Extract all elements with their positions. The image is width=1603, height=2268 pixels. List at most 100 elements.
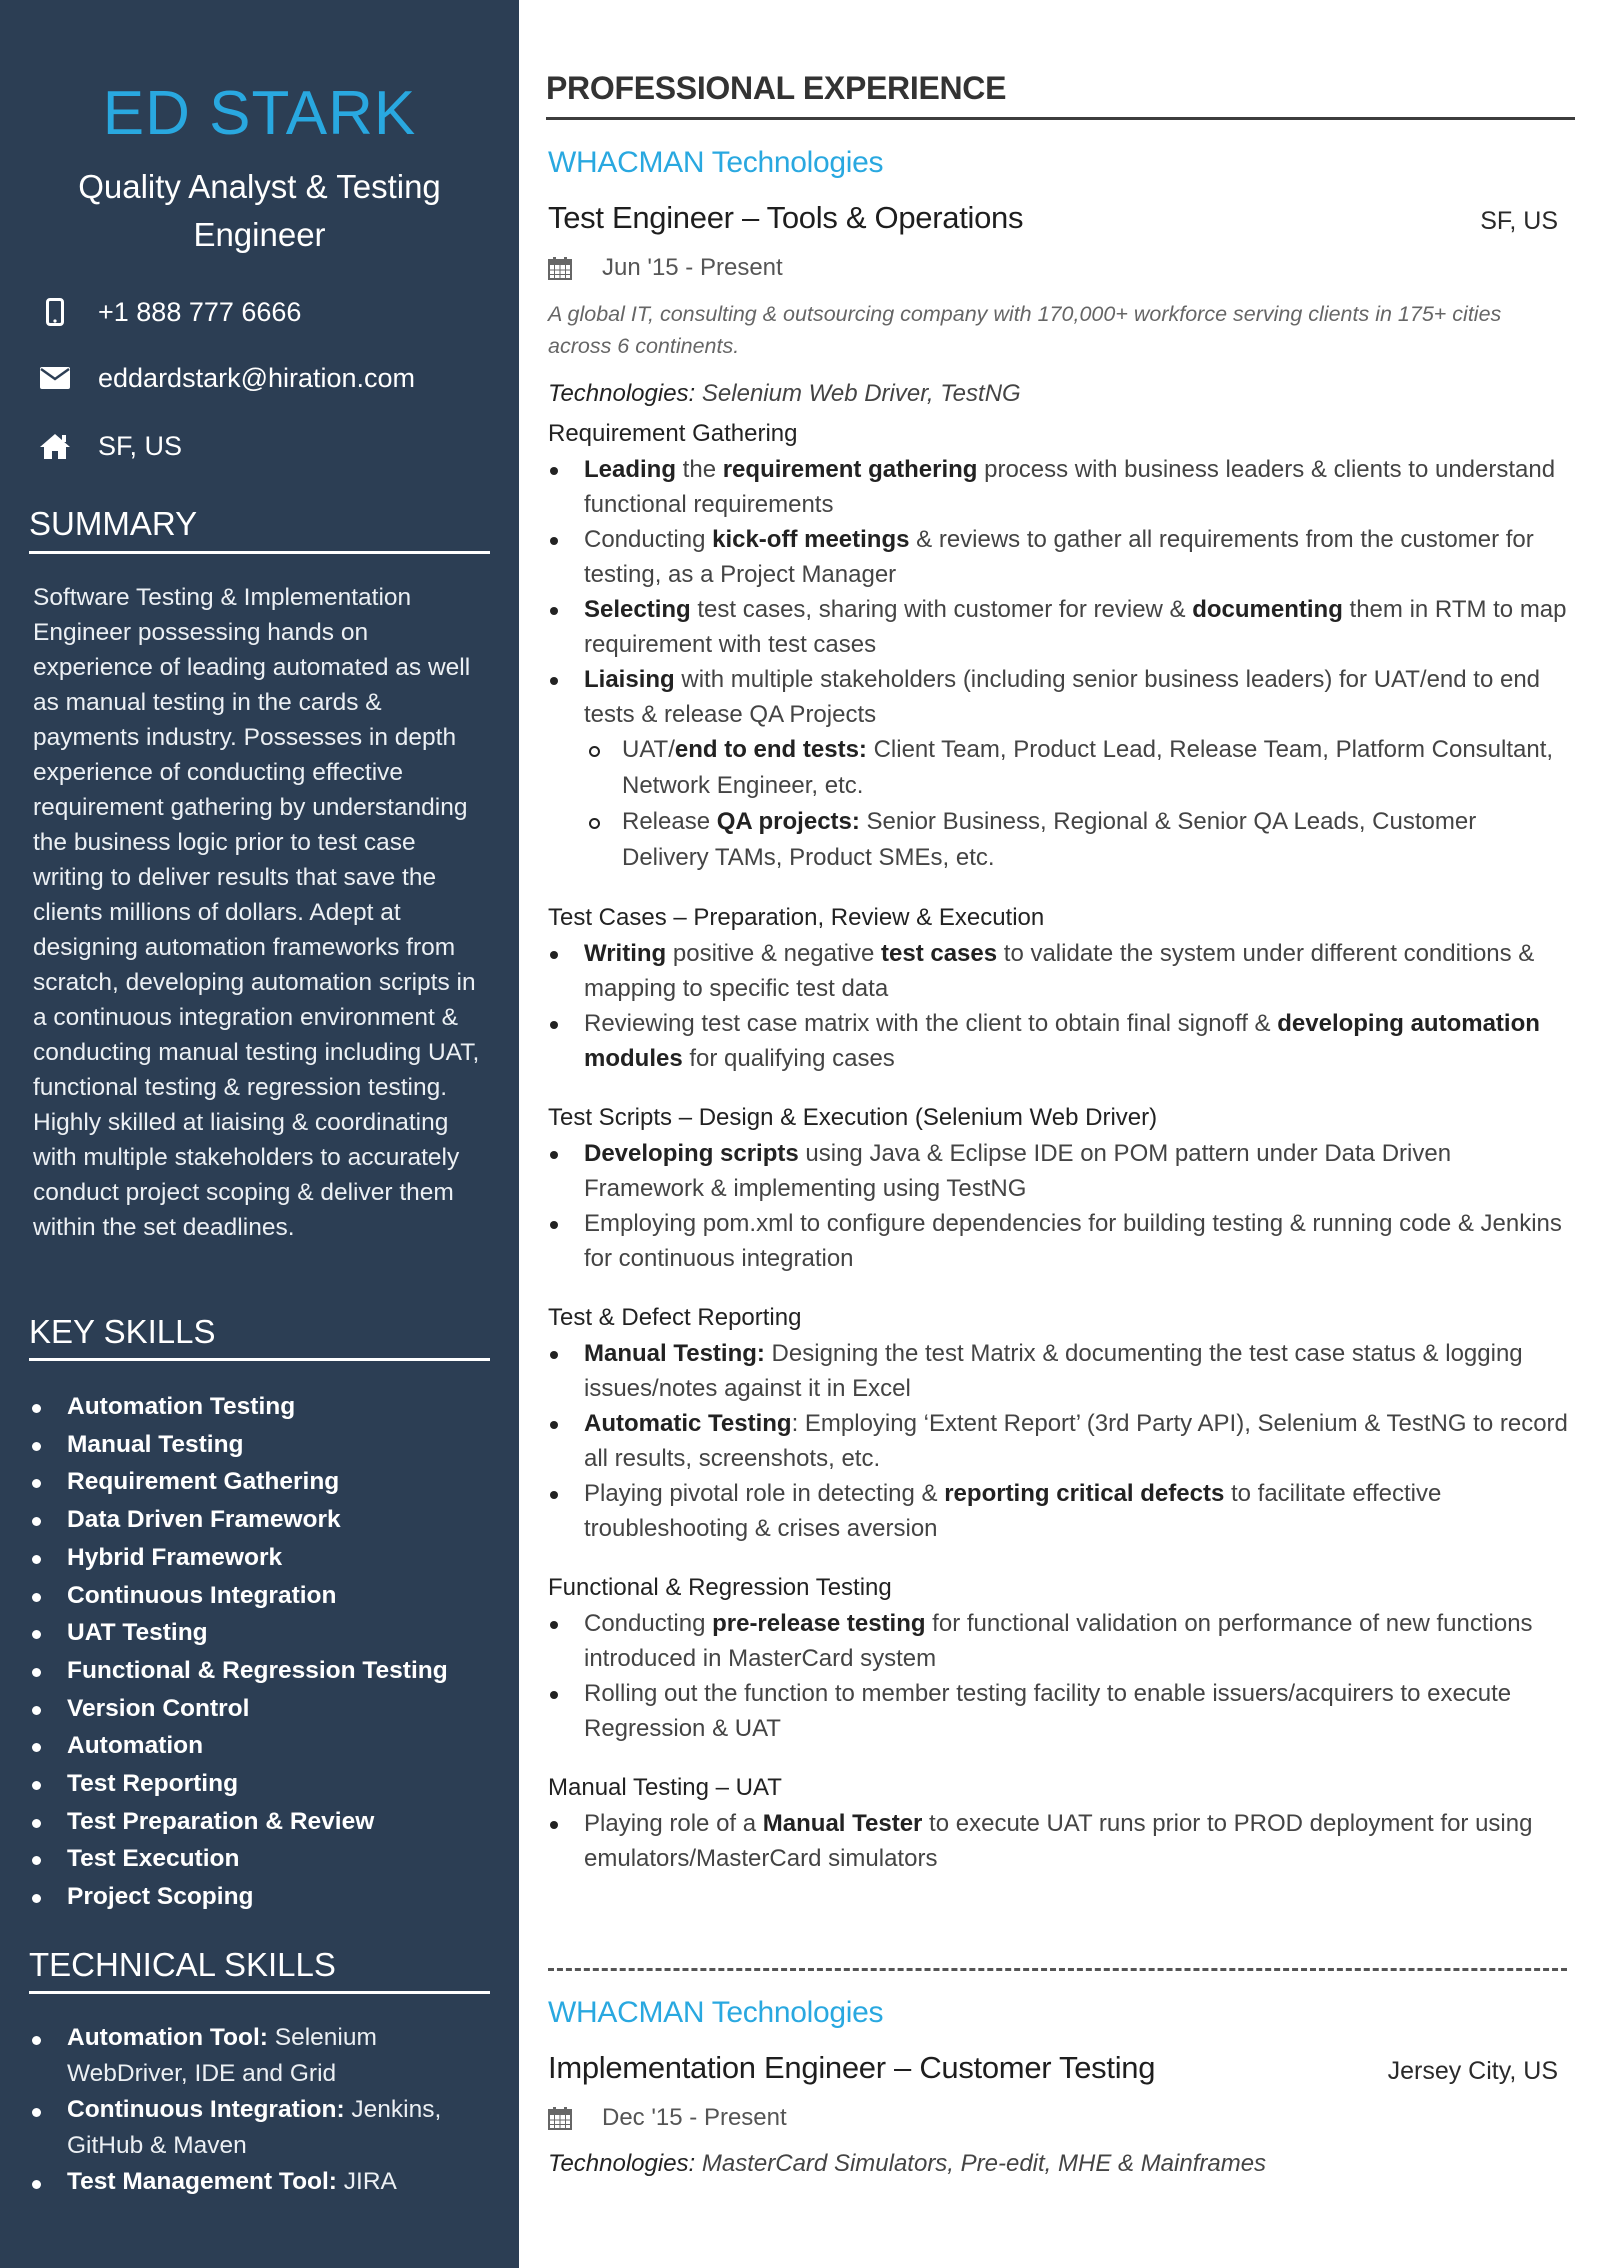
bullet-item: Selecting test cases, sharing with custo… — [548, 592, 1568, 662]
tech-skill-item: Automation Tool: Selenium WebDriver, IDE… — [29, 2020, 489, 2092]
emphasis-text: Liaising — [584, 666, 675, 693]
summary-heading: SUMMARY — [29, 505, 198, 542]
emphasis-text: Selecting — [584, 596, 691, 623]
tech-skill-value: JIRA — [336, 2168, 397, 2195]
dates-text: Jun '15 - Present — [602, 254, 783, 281]
bullet-text: Employing pom.xml to configure dependenc… — [584, 1210, 1562, 1272]
bullet-item: Employing pom.xml to configure dependenc… — [548, 1206, 1568, 1276]
skill-item: UAT Testing — [29, 1614, 489, 1652]
skill-item: Continuous Integration — [29, 1577, 489, 1615]
bullet-list: Playing role of a Manual Tester to execu… — [548, 1806, 1568, 1876]
contact-email: eddardstark@hiration.com — [36, 362, 415, 394]
emphasis-text: Automatic Testing — [584, 1410, 792, 1437]
phone-link[interactable]: +1 888 777 6666 — [98, 297, 301, 328]
tech-skill-item: Test Management Tool: JIRA — [29, 2164, 489, 2200]
bullet-text: with multiple stakeholders (including se… — [584, 666, 1541, 728]
bullet-text: Reviewing test case matrix with the clie… — [584, 1010, 1278, 1037]
group-heading: Test & Defect Reporting — [548, 1304, 802, 1331]
bullet-list: Leading the requirement gathering proces… — [548, 452, 1568, 876]
job-title: Test Engineer – Tools & Operations — [548, 200, 1024, 235]
technologies-label: Technologies: — [548, 2150, 696, 2177]
calendar-icon — [548, 2106, 572, 2130]
key-skills-list: Automation Testing Manual Testing Requir… — [29, 1388, 489, 1916]
tech-skill-label: Automation Tool: — [67, 2024, 268, 2051]
bullet-text: the — [676, 456, 723, 483]
emphasis-text: documenting — [1192, 596, 1343, 623]
bullet-text: Conducting — [584, 526, 713, 553]
bullet-text: for qualifying cases — [682, 1045, 895, 1072]
technical-skills-list: Automation Tool: Selenium WebDriver, IDE… — [29, 2020, 489, 2200]
group-heading: Test Cases – Preparation, Review & Execu… — [548, 904, 1045, 931]
technologies-label: Technologies: — [548, 380, 696, 407]
skill-item: Manual Testing — [29, 1426, 489, 1464]
technical-skills-heading: TECHNICAL SKILLS — [29, 1946, 336, 1983]
bullet-text: Rolling out the function to member testi… — [584, 1680, 1512, 1742]
bullet-text: Playing role of a — [584, 1810, 763, 1837]
candidate-role: Quality Analyst & Testing Engineer — [78, 168, 441, 253]
emphasis-text: end to end tests: — [674, 736, 867, 763]
summary-divider — [29, 551, 490, 554]
bullet-item: Playing role of a Manual Tester to execu… — [548, 1806, 1568, 1876]
bullet-item: Developing scripts using Java & Eclipse … — [548, 1136, 1568, 1206]
envelope-icon — [36, 362, 74, 394]
emphasis-text: Writing — [584, 940, 667, 967]
skill-item: Test Execution — [29, 1840, 489, 1878]
emphasis-text: pre-release testing — [712, 1610, 926, 1637]
home-icon — [36, 430, 74, 462]
sub-bullet-item: Release QA projects: Senior Business, Re… — [586, 804, 1568, 876]
bullet-item: Conducting kick-off meetings & reviews t… — [548, 522, 1568, 592]
experience-divider — [546, 117, 1575, 120]
tech-skill-label: Continuous Integration: — [67, 2096, 345, 2123]
bullet-item: Liaising with multiple stakeholders (inc… — [548, 662, 1568, 876]
bullet-item: Conducting pre-release testing for funct… — [548, 1606, 1568, 1676]
skill-item: Test Preparation & Review — [29, 1803, 489, 1841]
group-heading: Test Scripts – Design & Execution (Selen… — [548, 1104, 1158, 1131]
technologies-line: Technologies: MasterCard Simulators, Pre… — [548, 2150, 1568, 2178]
bullet-list: Manual Testing: Designing the test Matri… — [548, 1336, 1568, 1546]
emphasis-text: test cases — [881, 940, 998, 967]
job-location: SF, US — [1480, 207, 1558, 235]
group-heading: Manual Testing – UAT — [548, 1774, 782, 1801]
emphasis-text: Leading — [584, 456, 677, 483]
bullet-list: Developing scripts using Java & Eclipse … — [548, 1136, 1568, 1276]
skill-item: Test Reporting — [29, 1765, 489, 1803]
bullet-text: UAT/ — [622, 736, 675, 763]
bullet-item: Playing pivotal role in detecting & repo… — [548, 1476, 1568, 1546]
bullet-item: Leading the requirement gathering proces… — [548, 452, 1568, 522]
main-content: PROFESSIONAL EXPERIENCE WHACMAN Technolo… — [519, 0, 1603, 2268]
emphasis-text: kick-off meetings — [712, 526, 910, 553]
experience-heading: PROFESSIONAL EXPERIENCE — [546, 70, 1007, 106]
contact-phone: +1 888 777 6666 — [36, 296, 301, 328]
job-entry-1: WHACMAN Technologies Test Engineer – Too… — [548, 146, 1568, 1876]
responsibility-groups: Requirement Gathering Leading the require… — [548, 416, 1568, 1876]
company-name: WHACMAN Technologies — [548, 1996, 884, 2029]
bullet-list: Writing positive & negative test cases t… — [548, 936, 1568, 1076]
group-heading: Functional & Regression Testing — [548, 1574, 892, 1601]
skill-item: Requirement Gathering — [29, 1463, 489, 1501]
emphasis-text: reporting critical defects — [944, 1480, 1225, 1507]
group-heading: Requirement Gathering — [548, 420, 798, 447]
skill-item: Automation — [29, 1727, 489, 1765]
job-location: Jersey City, US — [1387, 2057, 1558, 2085]
key-skills-divider — [29, 1358, 490, 1361]
technologies-value: MasterCard Simulators, Pre-edit, MHE & M… — [695, 2150, 1267, 2177]
skill-item: Data Driven Framework — [29, 1501, 489, 1539]
bullet-text: test cases, sharing with customer for re… — [690, 596, 1193, 623]
job-entry-2: WHACMAN Technologies Implementation Engi… — [548, 1996, 1568, 2178]
sub-bullet-item: UAT/end to end tests: Client Team, Produ… — [586, 732, 1568, 804]
job-title: Implementation Engineer – Customer Testi… — [548, 2050, 1156, 2085]
bullet-item: Automatic Testing: Employing ‘Extent Rep… — [548, 1406, 1568, 1476]
bullet-text: positive & negative — [666, 940, 882, 967]
sub-bullet-list: UAT/end to end tests: Client Team, Produ… — [586, 732, 1568, 876]
bullet-item: Writing positive & negative test cases t… — [548, 936, 1568, 1006]
emphasis-text: QA projects: — [716, 808, 860, 835]
bullet-text: Conducting — [584, 1610, 713, 1637]
email-link[interactable]: eddardstark@hiration.com — [98, 363, 415, 394]
skill-item: Project Scoping — [29, 1878, 489, 1916]
job-dates: Jun '15 - Present — [548, 254, 1568, 282]
summary-text: Software Testing & Implementation Engine… — [33, 584, 480, 1241]
key-skills-heading: KEY SKILLS — [29, 1313, 216, 1350]
technical-skills-divider — [29, 1991, 490, 1994]
dates-text: Dec '15 - Present — [602, 2104, 787, 2131]
sidebar: ED STARK Quality Analyst & Testing Engin… — [0, 0, 519, 2268]
